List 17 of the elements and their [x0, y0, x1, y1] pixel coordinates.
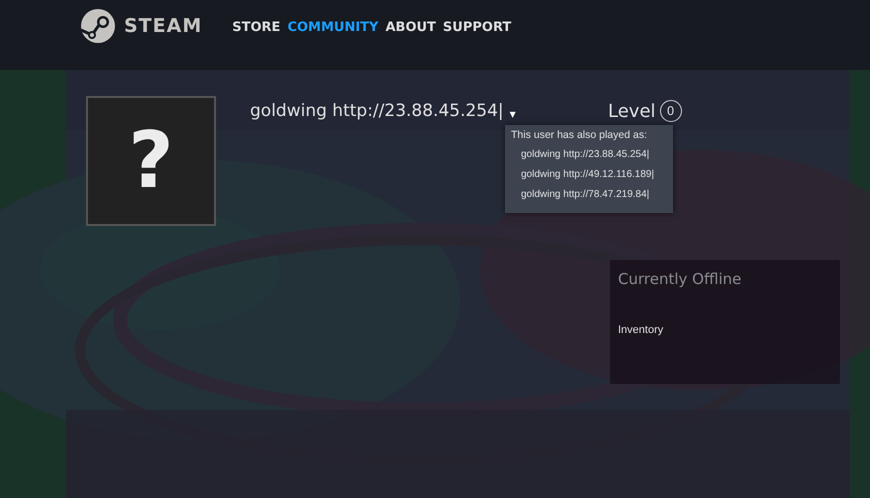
nav-link[interactable]: SUPPORT	[442, 20, 512, 35]
avatar-question-mark: ?	[128, 116, 174, 206]
nav-link[interactable]: ABOUT	[385, 20, 436, 35]
popup-title: This user has also played as:	[511, 129, 648, 141]
steam-logo-icon	[80, 8, 116, 44]
profile-link[interactable]: Inventory	[618, 324, 832, 336]
status-text: Currently Offline	[618, 270, 742, 288]
level-label: Level	[608, 100, 656, 122]
nav-link[interactable]: STORE	[232, 20, 280, 35]
steam-wordmark[interactable]: STEAM	[124, 15, 202, 37]
alias-item[interactable]: goldwing http://49.12.116.189|	[511, 165, 673, 185]
alias-item[interactable]: goldwing http://78.47.219.84|	[511, 185, 673, 205]
caret-icon[interactable]: ▾	[510, 107, 516, 121]
level-badge: 0	[660, 100, 682, 122]
alias-item[interactable]: goldwing http://23.88.45.254|	[511, 145, 673, 165]
nav-link[interactable]: COMMUNITY	[287, 20, 378, 35]
profile-name: goldwing http://23.88.45.254|	[250, 101, 504, 121]
